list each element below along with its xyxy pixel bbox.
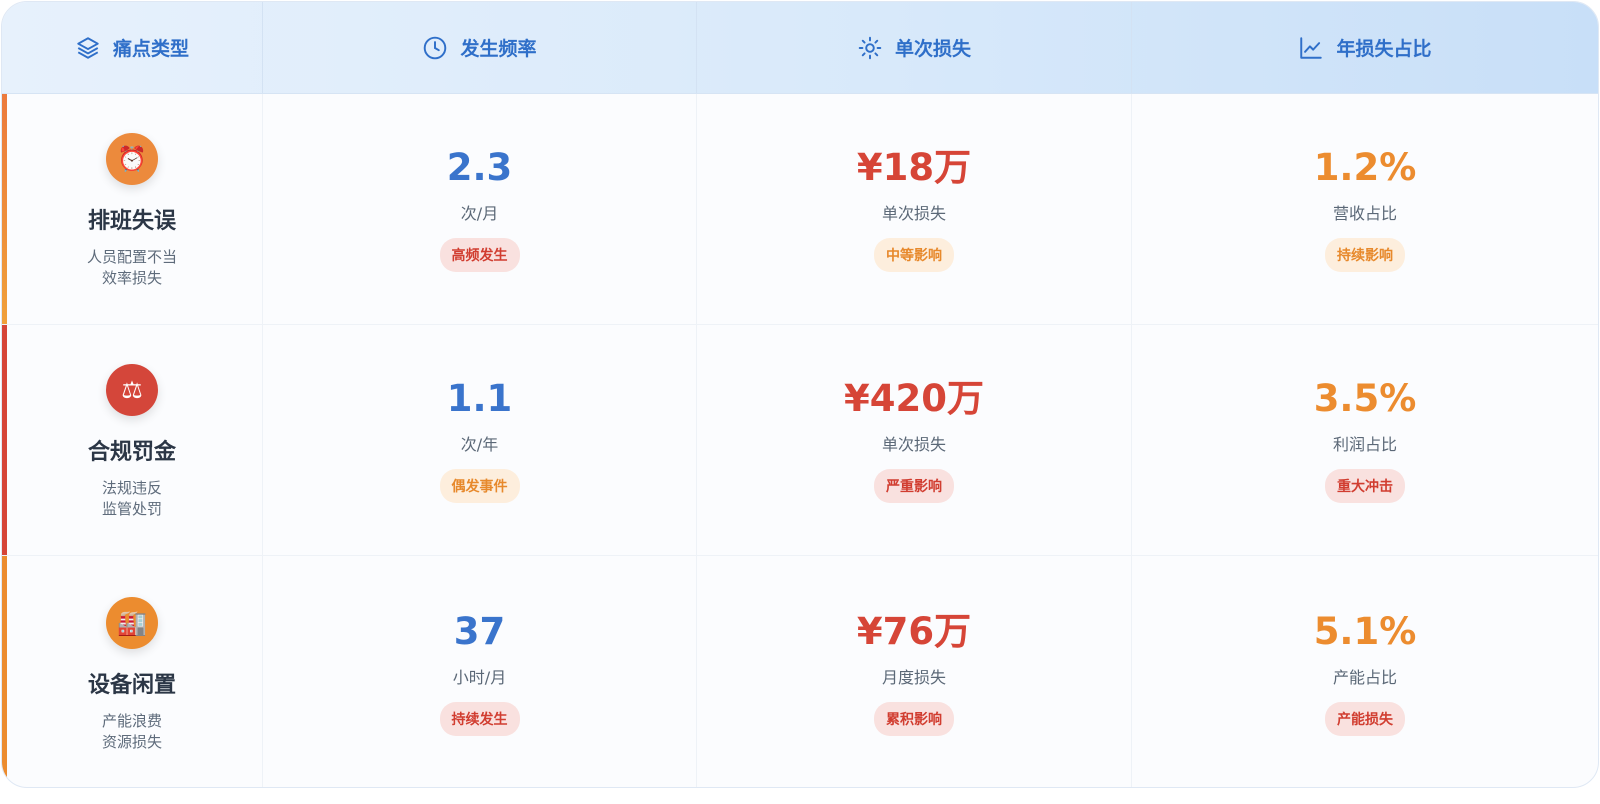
frequency-cell: 1.1 次/年 偶发事件 xyxy=(263,325,697,555)
loss-ratio-value: 3.5% xyxy=(1313,377,1417,420)
header-label: 年损失占比 xyxy=(1336,38,1432,60)
loss-ratio-unit: 产能占比 xyxy=(1332,667,1397,687)
loss-ratio-tag: 产能损失 xyxy=(1325,701,1405,736)
pain-type-name: 设备闲置 xyxy=(87,672,176,698)
single-loss-unit: 单次损失 xyxy=(881,435,946,454)
frequency-tag: 高频发生 xyxy=(439,238,520,272)
clock-icon xyxy=(422,35,448,61)
loss-ratio-value: 1.2% xyxy=(1313,146,1417,189)
header-label: 单次损失 xyxy=(894,38,971,60)
pain-point-table: 痛点类型 发生频率 单次损失 年损失占比 ⏰ 排班失误 人员配置不当 效率损失 … xyxy=(1,1,1599,788)
frequency-unit: 次/年 xyxy=(460,435,499,454)
single-loss-tag: 中等影响 xyxy=(874,238,954,272)
loss-ratio-tag: 持续影响 xyxy=(1325,238,1405,272)
loss-ratio-unit: 利润占比 xyxy=(1332,435,1397,454)
header-label: 痛点类型 xyxy=(112,38,189,60)
single-loss-value: ¥76万 xyxy=(856,609,972,653)
row-accent-bar xyxy=(2,556,7,787)
icon-glyph: 🏭 xyxy=(117,608,147,637)
pain-type-name: 排班失误 xyxy=(87,209,176,234)
loss-ratio-cell: 5.1% 产能占比 产能损失 xyxy=(1132,556,1598,787)
row-accent-bar xyxy=(2,94,7,324)
pain-type-cell: 🏭 设备闲置 产能浪费 资源损失 xyxy=(2,556,263,787)
single-loss-cell: ¥76万 月度损失 累积影响 xyxy=(697,556,1132,787)
table-header: 痛点类型 发生频率 单次损失 年损失占比 xyxy=(2,2,1598,94)
frequency-cell: 37 小时/月 持续发生 xyxy=(263,556,697,787)
loss-ratio-unit: 营收占比 xyxy=(1332,204,1397,223)
row-accent-bar xyxy=(2,325,7,555)
single-loss-cell: ¥18万 单次损失 中等影响 xyxy=(697,94,1132,324)
frequency-tag: 偶发事件 xyxy=(439,469,520,503)
layers-icon xyxy=(75,35,101,61)
alarm-clock-icon: ⏰ xyxy=(106,133,158,185)
pain-type-desc-line: 资源损失 xyxy=(101,732,162,751)
pain-type-desc-line: 法规违反 xyxy=(101,479,162,497)
pain-type-desc-line: 产能浪费 xyxy=(101,711,162,730)
pain-type-desc-line: 人员配置不当 xyxy=(86,248,177,266)
pain-type-name: 合规罚金 xyxy=(87,440,176,465)
header-label: 发生频率 xyxy=(460,38,537,60)
scales-icon: ⚖ xyxy=(106,364,158,416)
frequency-cell: 2.3 次/月 高频发生 xyxy=(263,94,697,324)
single-loss-tag: 累积影响 xyxy=(874,701,954,736)
sun-icon xyxy=(857,35,883,61)
frequency-value: 2.3 xyxy=(446,146,513,189)
icon-glyph: ⏰ xyxy=(117,145,147,173)
single-loss-unit: 单次损失 xyxy=(881,204,946,223)
frequency-unit: 小时/月 xyxy=(452,667,507,687)
pain-type-desc: 产能浪费 资源损失 xyxy=(102,711,162,753)
table-row: 🏭 设备闲置 产能浪费 资源损失 37 小时/月 持续发生 ¥76万 月度损失 … xyxy=(2,556,1598,787)
single-loss-value: ¥18万 xyxy=(856,146,972,189)
frequency-tag: 持续发生 xyxy=(439,701,520,736)
header-frequency: 发生频率 xyxy=(263,2,697,93)
icon-glyph: ⚖ xyxy=(121,376,143,404)
single-loss-tag: 严重影响 xyxy=(874,469,954,503)
single-loss-cell: ¥420万 单次损失 严重影响 xyxy=(697,325,1132,555)
line-chart-icon xyxy=(1298,35,1324,61)
pain-type-cell: ⚖ 合规罚金 法规违反 监管处罚 xyxy=(2,325,263,555)
loss-ratio-tag: 重大冲击 xyxy=(1325,469,1405,503)
frequency-unit: 次/月 xyxy=(460,204,499,223)
header-pain-type: 痛点类型 xyxy=(2,2,263,93)
header-single-loss: 单次损失 xyxy=(697,2,1132,93)
single-loss-unit: 月度损失 xyxy=(881,667,946,687)
table-row: ⏰ 排班失误 人员配置不当 效率损失 2.3 次/月 高频发生 ¥18万 单次损… xyxy=(2,94,1598,325)
single-loss-value: ¥420万 xyxy=(844,377,984,420)
pain-type-desc-line: 监管处罚 xyxy=(101,500,162,518)
frequency-value: 1.1 xyxy=(446,377,513,420)
pain-type-desc: 法规违反 监管处罚 xyxy=(102,478,162,520)
pain-type-desc: 人员配置不当 效率损失 xyxy=(87,247,177,289)
table-row: ⚖ 合规罚金 法规违反 监管处罚 1.1 次/年 偶发事件 ¥420万 单次损失… xyxy=(2,325,1598,556)
header-annual-loss-ratio: 年损失占比 xyxy=(1132,2,1598,93)
loss-ratio-cell: 3.5% 利润占比 重大冲击 xyxy=(1132,325,1598,555)
loss-ratio-value: 5.1% xyxy=(1313,609,1417,653)
pain-type-cell: ⏰ 排班失误 人员配置不当 效率损失 xyxy=(2,94,263,324)
loss-ratio-cell: 1.2% 营收占比 持续影响 xyxy=(1132,94,1598,324)
pain-type-desc-line: 效率损失 xyxy=(101,269,162,287)
factory-icon: 🏭 xyxy=(106,596,158,649)
frequency-value: 37 xyxy=(453,609,506,653)
